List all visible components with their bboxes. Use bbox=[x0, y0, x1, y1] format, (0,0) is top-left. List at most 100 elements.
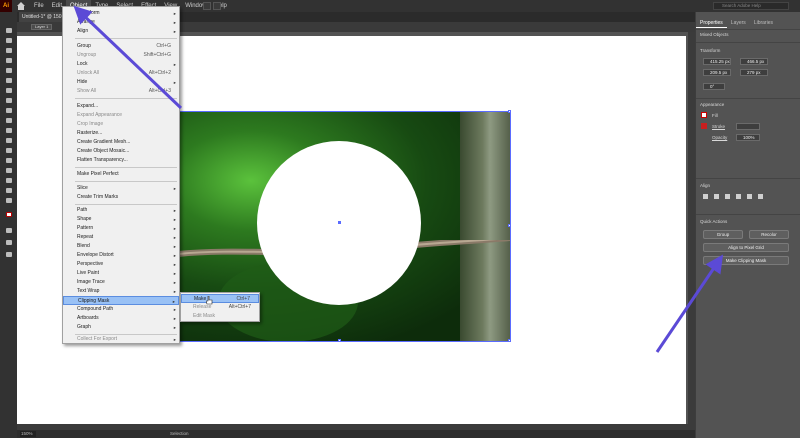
stroke-label[interactable]: Stroke bbox=[712, 124, 725, 129]
align-vertical-center-icon[interactable] bbox=[746, 193, 753, 200]
menu-item-artboards[interactable]: Artboards ▸ bbox=[63, 314, 179, 323]
menu-item-compound-path[interactable]: Compound Path ▸ bbox=[63, 305, 179, 314]
tab-libraries[interactable]: Libraries bbox=[750, 18, 777, 28]
opacity-field[interactable]: 100% bbox=[736, 134, 760, 141]
workspace-switcher-icon[interactable] bbox=[203, 2, 211, 10]
recolor-button[interactable]: Recolor bbox=[749, 230, 789, 239]
tab-properties[interactable]: Properties bbox=[696, 18, 727, 28]
gradient-tool-icon[interactable] bbox=[3, 146, 14, 154]
selection-type-label: Mixed Objects bbox=[700, 32, 729, 37]
bounding-box-handle[interactable] bbox=[508, 224, 511, 227]
menu-item-clipping-mask[interactable]: Clipping Mask ▸ bbox=[63, 296, 179, 305]
menu-item-path[interactable]: Path ▸ bbox=[63, 206, 179, 215]
bounding-box-handle[interactable] bbox=[508, 110, 511, 113]
stroke-weight-field[interactable] bbox=[736, 123, 760, 130]
blend-tool-icon[interactable] bbox=[3, 166, 14, 174]
rotate-angle-field[interactable]: 0° bbox=[703, 83, 725, 90]
fill-label: Fill bbox=[712, 113, 718, 118]
vertical-scrollbar[interactable] bbox=[688, 32, 695, 430]
align-bottom-icon[interactable] bbox=[757, 193, 764, 200]
menu-item-graph[interactable]: Graph ▸ bbox=[63, 323, 179, 332]
quick-actions-section-title: Quick Actions bbox=[700, 219, 728, 224]
bounding-box-handle[interactable] bbox=[508, 339, 511, 342]
rotate-tool-icon[interactable] bbox=[3, 106, 14, 114]
app-logo: Ai bbox=[0, 0, 12, 12]
align-top-icon[interactable] bbox=[735, 193, 742, 200]
drawing-mode-icon[interactable] bbox=[3, 226, 14, 234]
direct-selection-tool-icon[interactable] bbox=[3, 36, 14, 44]
x-field[interactable]: 415.25 px bbox=[703, 58, 731, 65]
artboard-tool-icon[interactable] bbox=[3, 176, 14, 184]
rectangle-tool-icon[interactable] bbox=[3, 66, 14, 74]
menu-item-shape[interactable]: Shape ▸ bbox=[63, 215, 179, 224]
zoom-level-field[interactable]: 150% bbox=[20, 431, 36, 437]
arrange-documents-icon[interactable] bbox=[213, 2, 221, 10]
object-menu-dropdown: Transform ▸ Arrange ▸ Align ▸ Group Ctrl+G U… bbox=[62, 6, 180, 344]
group-button[interactable]: Group bbox=[703, 230, 743, 239]
opacity-label[interactable]: Opacity bbox=[712, 135, 727, 140]
menu-item-create-trim-marks[interactable]: Create Trim Marks bbox=[63, 193, 179, 202]
menu-item-arrange[interactable]: Arrange ▸ bbox=[63, 18, 179, 27]
status-mode-label[interactable]: Selection bbox=[170, 430, 189, 438]
menu-item-live-paint[interactable]: Live Paint ▸ bbox=[63, 269, 179, 278]
paintbrush-tool-icon[interactable] bbox=[3, 76, 14, 84]
edit-toolbar-icon[interactable] bbox=[3, 250, 14, 258]
menu-item-hide[interactable]: Hide ▸ bbox=[63, 78, 179, 87]
menu-item-text-wrap[interactable]: Text Wrap ▸ bbox=[63, 287, 179, 296]
menu-item-expand[interactable]: Expand... bbox=[63, 102, 179, 111]
zoom-tool-icon[interactable] bbox=[3, 196, 14, 204]
align-section-title: Align bbox=[700, 183, 711, 188]
home-icon[interactable] bbox=[16, 1, 26, 11]
menu-item-flatten-transparency[interactable]: Flatten Transparency... bbox=[63, 156, 179, 165]
eyedropper-tool-icon[interactable] bbox=[3, 156, 14, 164]
screen-mode-icon[interactable] bbox=[3, 238, 14, 246]
y-field[interactable]: 209.5 px bbox=[703, 69, 731, 76]
clipping-mask-submenu: Make Ctrl+7 Release Alt+Ctrl+7 Edit Mask bbox=[180, 292, 260, 322]
submenu-item-edit-mask: Edit Mask bbox=[193, 313, 215, 319]
align-horizontal-center-icon[interactable] bbox=[713, 193, 720, 200]
menu-item-image-trace[interactable]: Image Trace ▸ bbox=[63, 278, 179, 287]
height-field[interactable]: 279 px bbox=[740, 69, 768, 76]
panel-tabs: Properties Layers Libraries bbox=[696, 18, 800, 28]
type-tool-icon[interactable] bbox=[3, 96, 14, 104]
menu-item-show-all: Show All Alt+Ctrl+3 bbox=[77, 88, 171, 94]
align-right-icon[interactable] bbox=[724, 193, 731, 200]
menu-item-perspective[interactable]: Perspective ▸ bbox=[63, 260, 179, 269]
menu-item-slice[interactable]: Slice ▸ bbox=[63, 184, 179, 193]
menu-item-blend[interactable]: Blend ▸ bbox=[63, 242, 179, 251]
menu-item-group[interactable]: Group Ctrl+G bbox=[63, 42, 179, 51]
bounding-box-handle[interactable] bbox=[338, 339, 341, 342]
tools-panel bbox=[0, 12, 17, 438]
align-to-pixel-grid-button[interactable]: Align to Pixel Grid bbox=[703, 243, 789, 252]
scale-tool-icon[interactable] bbox=[3, 116, 14, 124]
menu-item-make-pixel-perfect[interactable]: Make Pixel Perfect bbox=[63, 170, 179, 179]
menu-item-envelope-distort[interactable]: Envelope Distort ▸ bbox=[63, 251, 179, 260]
menu-item-crop-image: Crop Image bbox=[77, 121, 104, 127]
menu-item-rasterize[interactable]: Rasterize... bbox=[63, 129, 179, 138]
help-search-input[interactable]: Search Adobe Help bbox=[713, 2, 789, 10]
make-clipping-mask-button[interactable]: Make Clipping Mask bbox=[703, 256, 789, 265]
menu-item-create-object-mosaic[interactable]: Create Object Mosaic... bbox=[63, 147, 179, 156]
menu-item-transform[interactable]: Transform ▸ bbox=[63, 9, 179, 18]
menu-item-create-gradient-mesh[interactable]: Create Gradient Mesh... bbox=[63, 138, 179, 147]
pencil-tool-icon[interactable] bbox=[3, 86, 14, 94]
width-field[interactable]: 466.5 px bbox=[740, 58, 768, 65]
selection-tool-icon[interactable] bbox=[3, 26, 14, 34]
shape-builder-tool-icon[interactable] bbox=[3, 136, 14, 144]
menu-item-pattern[interactable]: Pattern ▸ bbox=[63, 224, 179, 233]
tab-layers[interactable]: Layers bbox=[727, 18, 750, 28]
fill-swatch-icon[interactable] bbox=[701, 112, 707, 118]
stroke-swatch-icon[interactable] bbox=[701, 123, 707, 129]
menu-item-align[interactable]: Align ▸ bbox=[63, 27, 179, 36]
pen-tool-icon[interactable] bbox=[3, 46, 14, 54]
hand-tool-icon[interactable] bbox=[3, 186, 14, 194]
width-tool-icon[interactable] bbox=[3, 126, 14, 134]
fill-stroke-swatch-icon[interactable] bbox=[3, 210, 14, 218]
menu-file[interactable]: File bbox=[30, 0, 48, 12]
layer-breadcrumb[interactable]: Layer 1 bbox=[31, 24, 53, 30]
align-left-icon[interactable] bbox=[702, 193, 709, 200]
menu-item-repeat[interactable]: Repeat ▸ bbox=[63, 233, 179, 242]
submenu-item-make[interactable]: Make Ctrl+7 bbox=[181, 294, 259, 303]
menu-item-lock[interactable]: Lock ▸ bbox=[63, 60, 179, 69]
curvature-tool-icon[interactable] bbox=[3, 56, 14, 64]
